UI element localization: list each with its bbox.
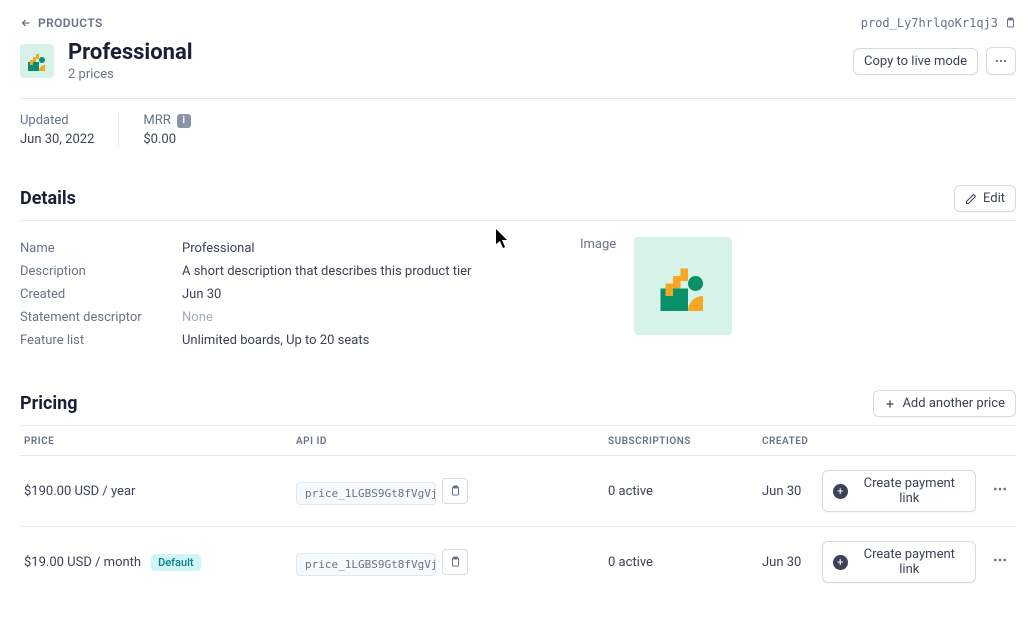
subscriptions-value: 0 active bbox=[604, 527, 758, 598]
page-subtitle: 2 prices bbox=[68, 67, 193, 82]
details-heading: Details bbox=[20, 188, 76, 209]
api-id-chip[interactable]: price_1LGBS9Gt8fVgVjI bbox=[296, 553, 436, 576]
detail-name-label: Name bbox=[20, 241, 182, 256]
detail-created-label: Created bbox=[20, 287, 182, 302]
created-value: Jun 30 bbox=[758, 527, 818, 598]
detail-desc-value: A short description that describes this … bbox=[182, 264, 471, 279]
add-price-button[interactable]: Add another price bbox=[873, 390, 1016, 417]
pricing-heading: Pricing bbox=[20, 393, 77, 414]
detail-feat-value: Unlimited boards, Up to 20 seats bbox=[182, 333, 369, 348]
object-id: prod_Ly7hrlqoKr1qj3 bbox=[861, 16, 1016, 30]
detail-stmt-label: Statement descriptor bbox=[20, 310, 182, 325]
product-icon bbox=[653, 256, 713, 316]
meta-mrr: MRR i $0.00 bbox=[118, 113, 214, 147]
info-icon[interactable]: i bbox=[177, 114, 191, 128]
api-id-chip[interactable]: price_1LGBS9Gt8fVgVjI bbox=[296, 482, 436, 505]
price-row[interactable]: $190.00 USD / year price_1LGBS9Gt8fVgVjI 0… bbox=[20, 456, 1016, 527]
detail-feat-label: Feature list bbox=[20, 333, 182, 348]
create-payment-link-label: Create payment link bbox=[854, 547, 965, 577]
product-thumbnail bbox=[20, 44, 54, 78]
breadcrumb-label: PRODUCTS bbox=[38, 16, 103, 30]
row-more-button[interactable] bbox=[988, 548, 1012, 576]
image-label: Image bbox=[580, 237, 616, 352]
col-created: CREATED bbox=[758, 426, 818, 456]
copy-to-live-label: Copy to live mode bbox=[864, 54, 967, 69]
meta-updated-label: Updated bbox=[20, 113, 94, 128]
detail-name-value: Professional bbox=[182, 241, 255, 256]
copy-api-id-button[interactable] bbox=[442, 549, 468, 575]
detail-stmt-value: None bbox=[182, 310, 213, 325]
detail-desc-label: Description bbox=[20, 264, 182, 279]
more-horizontal-icon bbox=[992, 481, 1008, 497]
header-more-button[interactable] bbox=[986, 47, 1016, 75]
pricing-table: PRICE API ID SUBSCRIPTIONS CREATED $190.… bbox=[20, 426, 1016, 597]
col-price: PRICE bbox=[20, 426, 292, 456]
col-subs: SUBSCRIPTIONS bbox=[604, 426, 758, 456]
default-badge: Default bbox=[151, 554, 200, 571]
copy-api-id-button[interactable] bbox=[442, 478, 468, 504]
meta-mrr-value: $0.00 bbox=[143, 132, 190, 147]
row-more-button[interactable] bbox=[988, 477, 1012, 505]
create-payment-link-button[interactable]: + Create payment link bbox=[822, 470, 976, 512]
plus-icon bbox=[884, 398, 896, 410]
meta-updated: Updated Jun 30, 2022 bbox=[20, 113, 118, 147]
clipboard-icon bbox=[449, 485, 461, 497]
object-id-text: prod_Ly7hrlqoKr1qj3 bbox=[861, 16, 998, 30]
product-icon bbox=[25, 49, 49, 73]
created-value: Jun 30 bbox=[758, 456, 818, 527]
pencil-icon bbox=[965, 193, 977, 205]
clipboard-icon[interactable] bbox=[1004, 17, 1016, 29]
create-payment-link-button[interactable]: + Create payment link bbox=[822, 541, 976, 583]
meta-updated-value: Jun 30, 2022 bbox=[20, 132, 94, 147]
copy-to-live-button[interactable]: Copy to live mode bbox=[853, 48, 978, 75]
clipboard-icon bbox=[449, 556, 461, 568]
edit-label: Edit bbox=[983, 191, 1005, 206]
detail-created-value: Jun 30 bbox=[182, 287, 221, 302]
subscriptions-value: 0 active bbox=[604, 456, 758, 527]
price-row[interactable]: $19.00 USD / month Default price_1LGBS9Gt8… bbox=[20, 527, 1016, 598]
arrow-left-icon bbox=[20, 17, 32, 29]
price-value: $190.00 USD / year bbox=[24, 484, 135, 499]
add-price-label: Add another price bbox=[902, 396, 1005, 411]
more-horizontal-icon bbox=[992, 552, 1008, 568]
meta-mrr-label: MRR bbox=[143, 113, 170, 128]
page-title: Professional bbox=[68, 40, 193, 65]
plus-circle-icon: + bbox=[833, 484, 848, 499]
product-image[interactable] bbox=[634, 237, 732, 335]
more-horizontal-icon bbox=[994, 54, 1008, 68]
col-api: API ID bbox=[292, 426, 604, 456]
edit-details-button[interactable]: Edit bbox=[954, 185, 1016, 212]
breadcrumb-back[interactable]: PRODUCTS bbox=[20, 16, 103, 30]
plus-circle-icon: + bbox=[833, 555, 848, 570]
price-value: $19.00 USD / month bbox=[24, 555, 141, 570]
create-payment-link-label: Create payment link bbox=[854, 476, 965, 506]
